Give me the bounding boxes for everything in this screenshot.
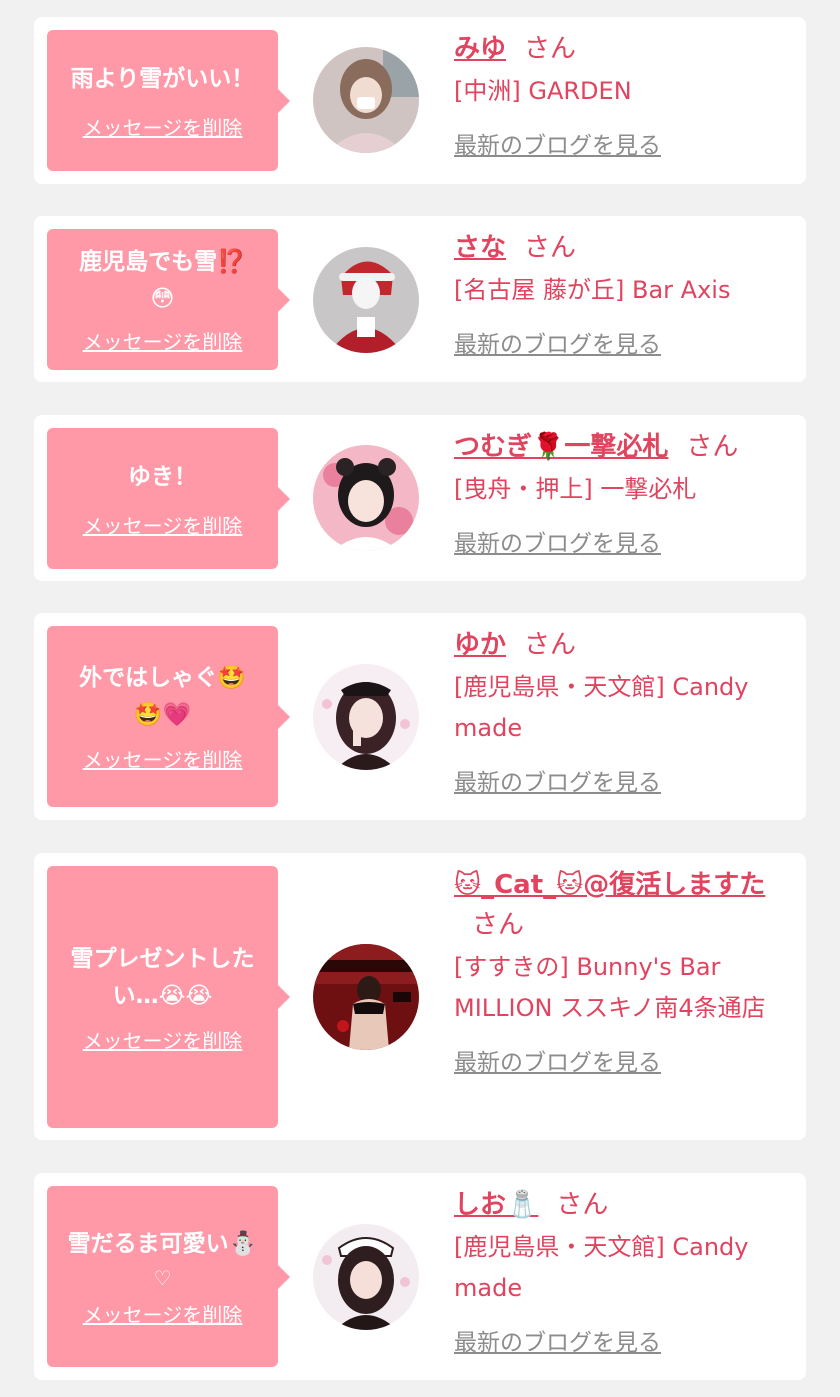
- name-line: つむぎ🌹一撃必札 さん: [454, 427, 794, 467]
- shop-label: [鹿児島県・天文館] Candy made: [454, 673, 749, 742]
- profile-info: みゆ さん [中洲] GARDEN 最新のブログを見る: [454, 29, 794, 160]
- avatar[interactable]: [313, 247, 419, 353]
- message-bubble: 外ではしゃぐ🤩 🤩💗 メッセージを削除: [47, 626, 290, 807]
- shop-label: [すすきの] Bunny's Bar MILLION ススキノ南4条通店: [454, 953, 766, 1022]
- message-text: ゆき！: [128, 463, 197, 490]
- avatar[interactable]: [313, 664, 419, 770]
- profile-info: 🐱_Cat_🐱@復活しますたさん [すすきの] Bunny's Bar MILL…: [454, 865, 794, 1077]
- girl-name-link[interactable]: 🐱_Cat_🐱@復活しますた: [454, 870, 765, 900]
- message-bubble: 雪だるま可愛い⛄ ♡ メッセージを削除: [47, 1186, 290, 1367]
- avatar[interactable]: [313, 445, 419, 551]
- honorific-label: さん: [524, 34, 577, 64]
- girl-name-link[interactable]: さな: [454, 233, 506, 263]
- name-line: ゆか さん: [454, 625, 794, 665]
- shop-label: [曳舟・押上] 一撃必札: [454, 475, 697, 503]
- girl-name-link[interactable]: ゆか: [454, 630, 506, 660]
- message-card: 外ではしゃぐ🤩 🤩💗 メッセージを削除 ゆか さん [鹿児島県・天文館] Cand…: [34, 613, 806, 820]
- honorific-label: さん: [524, 630, 577, 660]
- avatar[interactable]: [313, 944, 419, 1050]
- delete-message-link[interactable]: メッセージを削除: [83, 112, 243, 141]
- shop-label: [名古屋 藤が丘] Bar Axis: [454, 276, 731, 304]
- latest-blog-link[interactable]: 最新のブログを見る: [454, 126, 661, 160]
- latest-blog-link[interactable]: 最新のブログを見る: [454, 763, 661, 797]
- latest-blog-link[interactable]: 最新のブログを見る: [454, 325, 661, 359]
- honorific-label: さん: [524, 233, 577, 263]
- message-card: 雪プレゼントした い…😭😭 メッセージを削除 🐱_Cat_🐱@復活しますたさん …: [34, 853, 806, 1140]
- girl-name-link[interactable]: つむぎ🌹一撃必札: [454, 432, 668, 462]
- latest-blog-link[interactable]: 最新のブログを見る: [454, 1323, 661, 1357]
- message-text: 雪プレゼントした い…😭😭: [70, 945, 255, 1009]
- avatar[interactable]: [313, 1224, 419, 1330]
- honorific-label: さん: [686, 432, 739, 462]
- profile-info: しお🧂 さん [鹿児島県・天文館] Candy made 最新のブログを見る: [454, 1185, 794, 1357]
- name-line: しお🧂 さん: [454, 1185, 794, 1225]
- message-card: 鹿児島でも雪⁉️ 😳 メッセージを削除 さな さん [名古屋 藤が丘] Bar A…: [34, 216, 806, 382]
- delete-message-link[interactable]: メッセージを削除: [83, 1025, 243, 1054]
- latest-blog-link[interactable]: 最新のブログを見る: [454, 524, 661, 558]
- message-bubble: 雪プレゼントした い…😭😭 メッセージを削除: [47, 866, 290, 1128]
- heart-icon: ♡: [153, 1265, 172, 1290]
- message-card: ゆき！ メッセージを削除 つむぎ🌹一撃必札 さん [曳舟・押上] 一撃必札 最新の…: [34, 415, 806, 581]
- shop-label: [中洲] GARDEN: [454, 77, 632, 105]
- honorific-label: さん: [556, 1190, 609, 1220]
- message-card: 雪だるま可愛い⛄ ♡ メッセージを削除 しお🧂 さん [鹿児島県・天文館] Can…: [34, 1173, 806, 1380]
- profile-info: ゆか さん [鹿児島県・天文館] Candy made 最新のブログを見る: [454, 625, 794, 797]
- message-card: 雨より雪がいい！ メッセージを削除 みゆ さん [中洲] GARDEN 最新のブロ…: [34, 17, 806, 184]
- girl-name-link[interactable]: みゆ: [454, 34, 506, 64]
- message-text: 雪だるま可愛い⛄: [67, 1230, 258, 1257]
- delete-message-link[interactable]: メッセージを削除: [83, 510, 243, 539]
- message-bubble: ゆき！ メッセージを削除: [47, 428, 290, 569]
- name-line: さな さん: [454, 228, 794, 268]
- message-bubble: 雨より雪がいい！ メッセージを削除: [47, 30, 290, 171]
- shop-label: [鹿児島県・天文館] Candy made: [454, 1233, 749, 1302]
- honorific-label: さん: [472, 910, 525, 940]
- message-bubble: 鹿児島でも雪⁉️ 😳 メッセージを削除: [47, 229, 290, 370]
- avatar[interactable]: [313, 47, 419, 153]
- delete-message-link[interactable]: メッセージを削除: [83, 326, 243, 355]
- girl-name-link[interactable]: しお🧂: [454, 1190, 538, 1220]
- profile-info: つむぎ🌹一撃必札 さん [曳舟・押上] 一撃必札 最新のブログを見る: [454, 427, 794, 558]
- message-text: 鹿児島でも雪⁉️ 😳: [79, 249, 246, 312]
- name-line: みゆ さん: [454, 29, 794, 69]
- message-text: 雨より雪がいい！: [70, 65, 255, 92]
- profile-info: さな さん [名古屋 藤が丘] Bar Axis 最新のブログを見る: [454, 228, 794, 359]
- name-line: 🐱_Cat_🐱@復活しますたさん: [454, 865, 794, 945]
- message-text: 外ではしゃぐ🤩 🤩💗: [79, 665, 246, 728]
- delete-message-link[interactable]: メッセージを削除: [83, 744, 243, 773]
- delete-message-link[interactable]: メッセージを削除: [83, 1299, 243, 1328]
- latest-blog-link[interactable]: 最新のブログを見る: [454, 1043, 661, 1077]
